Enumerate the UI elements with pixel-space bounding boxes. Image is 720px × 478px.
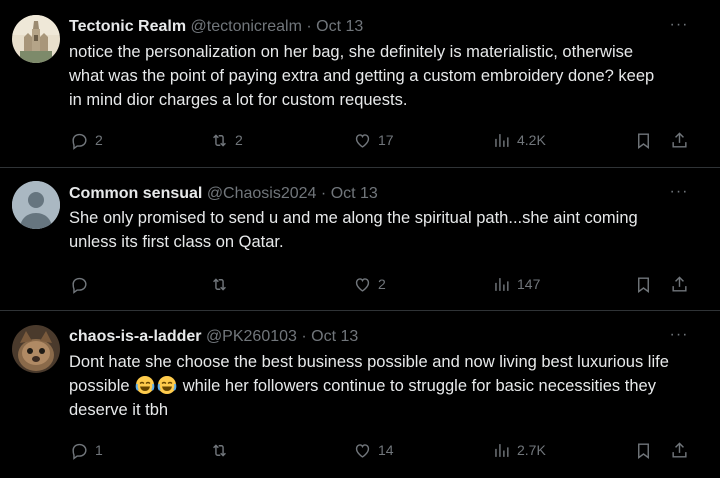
repost-button[interactable] [210, 439, 235, 461]
tweet-date[interactable]: Oct 13 [311, 328, 358, 345]
tweet[interactable]: chaos-is-a-ladder @PK260103 · Oct 13 ···… [0, 311, 720, 478]
bookmark-button[interactable] [634, 129, 653, 151]
like-button[interactable]: 2 [353, 273, 386, 295]
tweet[interactable]: Tectonic Realm @tectonicrealm · Oct 13 ·… [0, 0, 720, 167]
tweet-header: Common sensual @Chaosis2024 · Oct 13 [69, 184, 660, 204]
avatar[interactable] [12, 181, 60, 229]
tweet-text: She only promised to send u and me along… [69, 209, 638, 251]
reply-button[interactable]: 2 [70, 129, 103, 151]
share-icon [672, 441, 687, 458]
tweet-header: Tectonic Realm @tectonicrealm · Oct 13 [69, 17, 660, 37]
like-icon [355, 277, 370, 292]
display-name[interactable]: chaos-is-a-ladder [69, 328, 201, 345]
share-icon [672, 131, 687, 148]
like-icon [355, 133, 370, 148]
like-button[interactable]: 14 [353, 439, 394, 461]
share-button[interactable] [670, 273, 689, 295]
tweet[interactable]: Common sensual @Chaosis2024 · Oct 13 ···… [0, 168, 720, 310]
joy-emoji [157, 376, 177, 394]
repost-count: 2 [235, 132, 243, 148]
tweet-text: Dont hate she choose the best business p… [69, 350, 669, 422]
repost-button[interactable] [210, 273, 235, 295]
share-icon [672, 275, 687, 292]
tweet-text: notice the personalization on her bag, s… [69, 43, 655, 109]
reply-count: 2 [95, 132, 103, 148]
more-icon[interactable]: ··· [668, 184, 690, 205]
user-handle[interactable]: @tectonicrealm [191, 18, 302, 35]
views-icon [495, 443, 509, 457]
avatar[interactable] [12, 15, 60, 63]
joy-emoji [135, 376, 155, 394]
repost-icon [213, 443, 226, 457]
tweet-actions: 1 14 2.7K [0, 439, 720, 463]
reply-button[interactable] [70, 273, 95, 295]
more-icon[interactable]: ··· [668, 327, 690, 348]
tweet-actions: 2 147 [0, 273, 720, 297]
tweet-actions: 2 2 17 4.2K [0, 129, 720, 153]
bookmark-button[interactable] [634, 439, 653, 461]
bookmark-button[interactable] [634, 273, 653, 295]
repost-icon [213, 133, 226, 147]
reply-icon [72, 277, 87, 294]
avatar-image-cathedral [12, 15, 60, 63]
views-count: 4.2K [517, 132, 546, 148]
views-icon [495, 133, 509, 147]
avatar[interactable] [12, 325, 60, 373]
views-button[interactable]: 2.7K [492, 439, 546, 461]
share-button[interactable] [670, 129, 689, 151]
bookmark-icon [638, 276, 649, 293]
views-button[interactable]: 4.2K [492, 129, 546, 151]
separator-dot: · [306, 18, 312, 35]
user-handle[interactable]: @PK260103 [206, 328, 297, 345]
user-handle[interactable]: @Chaosis2024 [207, 185, 317, 202]
share-button[interactable] [670, 439, 689, 461]
separator-dot: · [320, 185, 327, 202]
separator-dot: · [301, 328, 307, 345]
tweet-header: chaos-is-a-ladder @PK260103 · Oct 13 [69, 327, 660, 347]
like-count: 17 [378, 132, 394, 148]
like-icon [355, 443, 370, 458]
views-count: 2.7K [517, 442, 546, 458]
reply-button[interactable]: 1 [70, 439, 103, 461]
reply-count: 1 [95, 442, 103, 458]
bookmark-icon [638, 132, 649, 149]
repost-icon [213, 277, 226, 291]
reply-icon [72, 443, 87, 460]
bookmark-icon [638, 442, 649, 459]
views-count: 147 [517, 276, 541, 292]
like-count: 14 [378, 442, 394, 458]
like-button[interactable]: 17 [353, 129, 394, 151]
display-name[interactable]: Tectonic Realm [69, 18, 186, 35]
tweet-date[interactable]: Oct 13 [331, 185, 378, 202]
repost-button[interactable]: 2 [210, 129, 243, 151]
reply-icon [72, 133, 87, 150]
display-name[interactable]: Common sensual [69, 185, 202, 202]
default-avatar-icon [12, 181, 60, 229]
avatar-image-cat [12, 325, 60, 373]
like-count: 2 [378, 276, 386, 292]
tweet-date[interactable]: Oct 13 [316, 18, 363, 35]
views-icon [495, 277, 509, 291]
more-icon[interactable]: ··· [668, 17, 690, 38]
views-button[interactable]: 147 [492, 273, 540, 295]
